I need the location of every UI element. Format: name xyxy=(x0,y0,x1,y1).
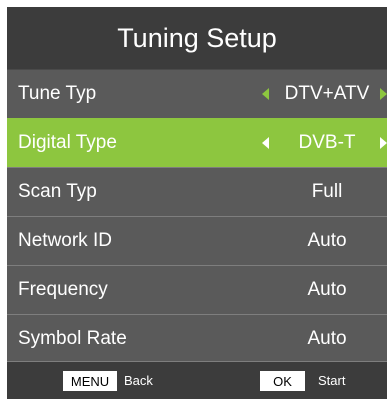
frequency-label: Frequency xyxy=(18,279,108,300)
menu-title: Tuning Setup xyxy=(7,7,387,69)
tune-type-value: DTV+ATV xyxy=(284,83,370,104)
footer-bar: MENU Back OK Start xyxy=(7,361,387,399)
back-hint: Back xyxy=(124,373,153,388)
symbol-rate-value: Auto xyxy=(307,328,347,349)
network-id-label: Network ID xyxy=(18,230,112,251)
scan-type-label: Scan Typ xyxy=(18,181,97,202)
network-id-value: Auto xyxy=(307,230,347,251)
menu-row-tune-type[interactable]: Tune Typ DTV+ATV xyxy=(7,69,387,118)
arrow-right-icon[interactable] xyxy=(380,137,387,149)
digital-type-label: Digital Type xyxy=(18,132,117,153)
menu-row-scan-type[interactable]: Scan Typ Full xyxy=(7,167,387,216)
menu-key-button[interactable]: MENU xyxy=(63,371,117,391)
menu-row-symbol-rate[interactable]: Symbol Rate Auto xyxy=(7,314,387,363)
tune-type-label: Tune Typ xyxy=(18,83,97,104)
arrow-left-icon[interactable] xyxy=(262,88,269,100)
frequency-value: Auto xyxy=(307,279,347,300)
menu-row-frequency[interactable]: Frequency Auto xyxy=(7,265,387,314)
arrow-right-icon[interactable] xyxy=(380,88,387,100)
digital-type-value: DVB-T xyxy=(298,132,356,153)
symbol-rate-label: Symbol Rate xyxy=(18,328,127,349)
start-hint: Start xyxy=(318,373,346,388)
menu-row-digital-type[interactable]: Digital Type DVB-T xyxy=(7,118,387,167)
arrow-left-icon[interactable] xyxy=(262,137,269,149)
scan-type-value: Full xyxy=(311,181,343,202)
ok-key-button[interactable]: OK xyxy=(260,371,305,391)
tuning-setup-menu: Tuning Setup Tune Typ DTV+ATV Digital Ty… xyxy=(7,7,387,399)
menu-row-network-id[interactable]: Network ID Auto xyxy=(7,216,387,265)
